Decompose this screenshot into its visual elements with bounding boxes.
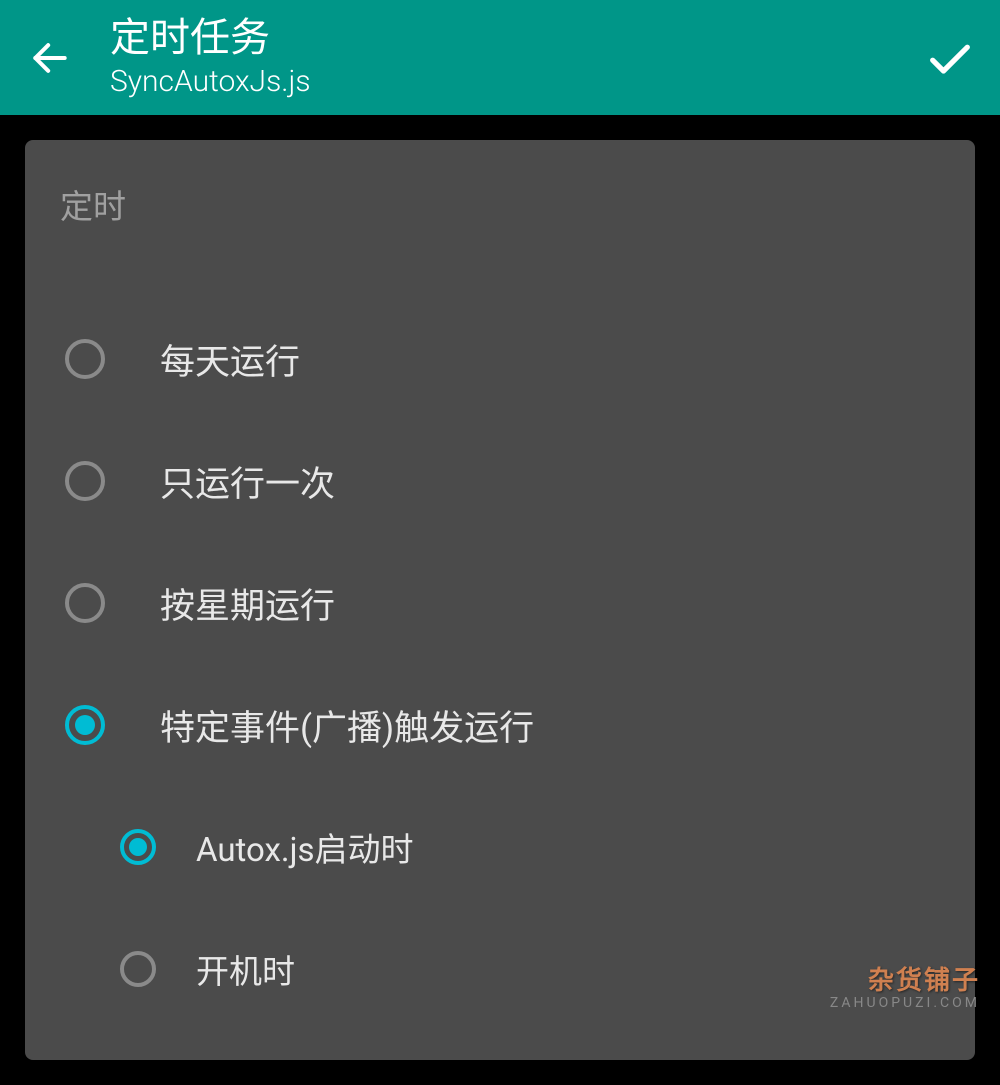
confirm-button[interactable]: [920, 28, 980, 88]
arrow-left-icon: [28, 36, 72, 80]
radio-label: 特定事件(广播)触发运行: [160, 700, 534, 751]
header-titles: 定时任务 SyncAutoxJs.js: [110, 14, 920, 101]
radio-label: 只运行一次: [160, 456, 335, 507]
radio-option-daily[interactable]: 每天运行: [55, 298, 945, 420]
radio-label: 开机时: [196, 945, 295, 993]
radio-icon-selected: [120, 829, 156, 865]
page-title: 定时任务: [110, 14, 920, 62]
watermark-text: 杂货铺子: [868, 960, 980, 997]
radio-label: 每天运行: [160, 334, 300, 385]
watermark: 杂货铺子 ZAHUOPUZI.COM: [830, 960, 980, 1011]
radio-icon: [65, 583, 105, 623]
radio-option-once[interactable]: 只运行一次: [55, 420, 945, 542]
radio-icon: [120, 951, 156, 987]
watermark-url: ZAHUOPUZI.COM: [830, 995, 980, 1011]
radio-icon: [65, 339, 105, 379]
radio-option-event-trigger[interactable]: 特定事件(广播)触发运行: [55, 664, 945, 786]
check-icon: [924, 32, 976, 84]
back-button[interactable]: [20, 28, 80, 88]
radio-label: Autox.js启动时: [196, 823, 414, 871]
timing-radio-group: 每天运行 只运行一次 按星期运行 特定事件(广播)触发运行 Autox.js启动…: [55, 298, 945, 1030]
radio-label: 按星期运行: [160, 578, 335, 629]
radio-icon-selected: [65, 705, 105, 745]
section-label: 定时: [60, 180, 945, 228]
radio-suboption-boot[interactable]: 开机时: [55, 908, 945, 1030]
app-header: 定时任务 SyncAutoxJs.js: [0, 0, 1000, 115]
page-subtitle: SyncAutoxJs.js: [110, 62, 920, 101]
settings-panel: 定时 每天运行 只运行一次 按星期运行 特定事件(广播)触发运行 Autox.j…: [25, 140, 975, 1060]
radio-option-weekly[interactable]: 按星期运行: [55, 542, 945, 664]
radio-icon: [65, 461, 105, 501]
content-area: 定时 每天运行 只运行一次 按星期运行 特定事件(广播)触发运行 Autox.j…: [0, 115, 1000, 1085]
radio-suboption-autox-start[interactable]: Autox.js启动时: [55, 786, 945, 908]
